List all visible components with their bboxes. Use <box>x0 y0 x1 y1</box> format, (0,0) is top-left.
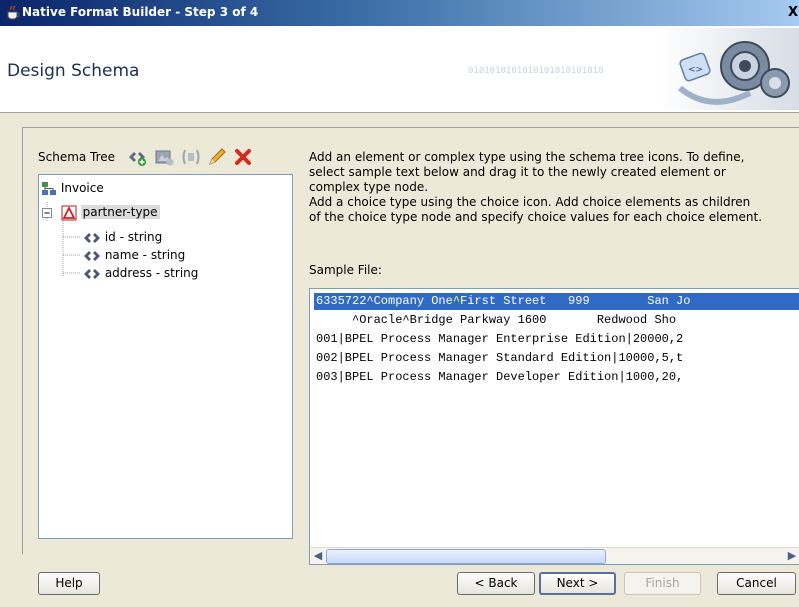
svg-text:<>: <> <box>688 65 703 75</box>
tree-node-partner-type[interactable]: partner-type <box>41 203 160 221</box>
sample-line[interactable]: 001|BPEL Process Manager Enterprise Edit… <box>316 331 683 348</box>
tree-node-label: partner-type <box>80 205 160 219</box>
page-title: Design Schema <box>7 61 140 81</box>
header-graphic-icon: <> <box>660 28 799 110</box>
sample-file-textarea[interactable]: 6335722^Company One^First Street 999 San… <box>309 288 799 565</box>
sample-line[interactable]: ^Oracle^Bridge Parkway 1600 Redwood Sho <box>316 312 676 329</box>
tree-node-label: Invoice <box>60 181 104 195</box>
help-button[interactable]: Help <box>38 572 100 595</box>
tree-node-address[interactable]: address - string <box>83 264 198 282</box>
instructions-text: Add an element or complex type using the… <box>309 150 799 225</box>
delete-icon[interactable] <box>232 146 254 168</box>
instruction-line: complex type node. <box>309 180 429 194</box>
next-button[interactable]: Next > <box>539 572 616 595</box>
element-icon <box>84 232 100 243</box>
tree-node-label: name - string <box>104 248 186 262</box>
element-icon <box>84 250 100 261</box>
horizontal-scrollbar[interactable]: ◀ ▶ <box>310 547 799 564</box>
tree-node-label: id - string <box>104 230 163 244</box>
schema-root-icon <box>42 181 56 195</box>
title-bar: Native Format Builder - Step 3 of 4 X <box>0 0 799 26</box>
sample-line[interactable]: 003|BPEL Process Manager Developer Editi… <box>316 369 683 386</box>
cancel-button[interactable]: Cancel <box>717 572 796 595</box>
back-button[interactable]: < Back <box>457 572 535 595</box>
scrollbar-thumb[interactable] <box>326 549 606 564</box>
complex-type-icon <box>61 205 77 220</box>
tree-node-invoice[interactable]: Invoice <box>41 179 104 197</box>
instruction-line: of the choice type node and specify choi… <box>309 210 763 224</box>
binary-watermark: 0101010101010101010101010 <box>468 66 604 76</box>
wizard-header: Design Schema 0101010101010101010101010 … <box>0 26 799 113</box>
scroll-right-icon[interactable]: ▶ <box>785 549 799 563</box>
sample-file-label: Sample File: <box>309 263 382 277</box>
instruction-line: Add an element or complex type using the… <box>309 150 745 164</box>
add-complex-type-icon[interactable] <box>153 146 175 168</box>
close-icon[interactable]: X <box>787 6 799 20</box>
instruction-line: select sample text below and drag it to … <box>309 165 726 179</box>
element-icon <box>84 268 100 279</box>
tree-node-name[interactable]: name - string <box>83 246 185 264</box>
tree-node-id[interactable]: id - string <box>83 228 162 246</box>
edit-icon[interactable] <box>206 146 228 168</box>
finish-button[interactable]: Finish <box>624 572 701 595</box>
scroll-left-icon[interactable]: ◀ <box>311 549 325 563</box>
sample-line[interactable]: 002|BPEL Process Manager Standard Editio… <box>316 350 683 367</box>
app-icon <box>7 5 20 20</box>
sample-line-selected[interactable]: 6335722^Company One^First Street 999 San… <box>314 293 799 310</box>
instruction-line: Add a choice type using the choice icon.… <box>309 195 751 209</box>
schema-tree-label: Schema Tree <box>38 150 116 164</box>
tree-node-label: address - string <box>104 266 199 280</box>
add-element-icon[interactable] <box>126 146 148 168</box>
add-choice-icon[interactable] <box>180 146 202 168</box>
schema-tree[interactable]: Invoice partner-type id - string name - … <box>38 174 293 539</box>
window-title: Native Format Builder - Step 3 of 4 <box>22 5 259 19</box>
collapse-icon[interactable] <box>41 207 53 219</box>
